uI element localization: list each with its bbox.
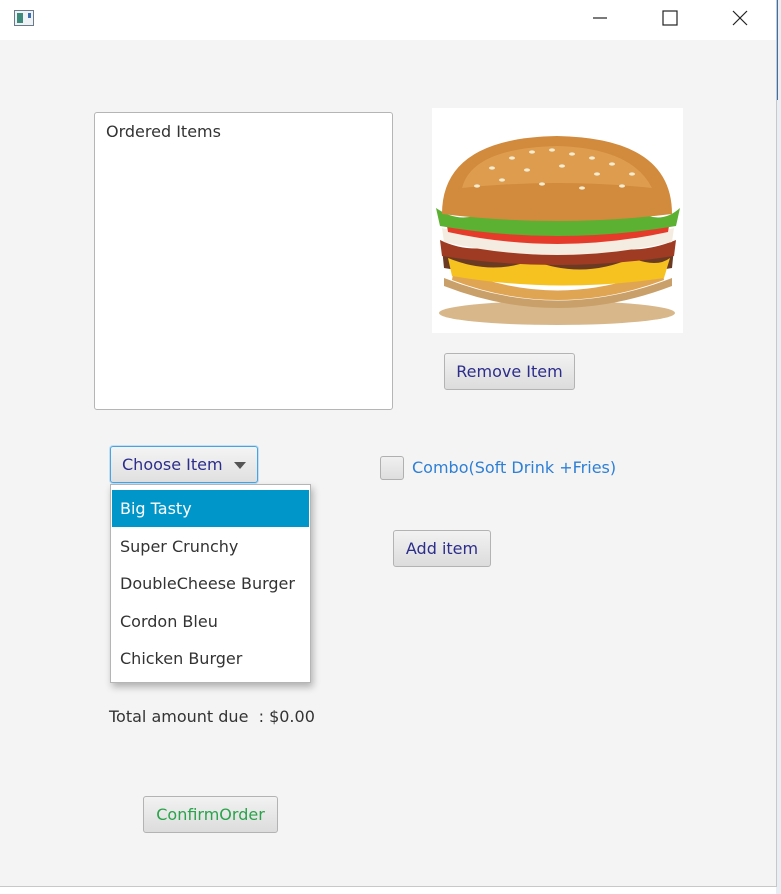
app-icon [14,10,34,26]
choose-item-label: Choose Item [122,455,223,474]
minimize-button[interactable] [577,0,623,36]
add-item-button[interactable]: Add item [393,530,491,567]
total-amount: Total amount due : $0.00 [109,707,315,726]
close-button[interactable] [717,0,763,36]
minimize-icon [593,17,607,19]
option-super-crunchy[interactable]: Super Crunchy [112,528,309,565]
app-window: Ordered Items Remove Item Choose Item Bi… [0,0,777,887]
option-big-tasty[interactable]: Big Tasty [112,490,309,527]
combo-label[interactable]: Combo(Soft Drink +Fries) [412,458,616,477]
option-chicken-burger[interactable]: Chicken Burger [112,640,309,677]
confirm-order-button[interactable]: ConfirmOrder [143,796,278,833]
close-icon [732,10,748,26]
ordered-items-header: Ordered Items [106,122,221,141]
item-options-list: Big Tasty Super Crunchy DoubleCheese Bur… [110,484,311,683]
total-label: Total amount due : [109,707,270,726]
maximize-icon [662,10,678,26]
chevron-down-icon [234,462,246,469]
ordered-items-list[interactable]: Ordered Items [94,112,393,410]
remove-item-button[interactable]: Remove Item [444,353,575,390]
total-value: $0.00 [269,707,315,726]
option-cordon-bleu[interactable]: Cordon Bleu [112,603,309,640]
combo-checkbox[interactable] [380,456,404,480]
title-bar [0,0,776,40]
choose-item-dropdown[interactable]: Choose Item [110,446,258,483]
option-doublecheese-burger[interactable]: DoubleCheese Burger [112,565,309,602]
maximize-button[interactable] [647,0,693,36]
burger-image [432,108,683,333]
